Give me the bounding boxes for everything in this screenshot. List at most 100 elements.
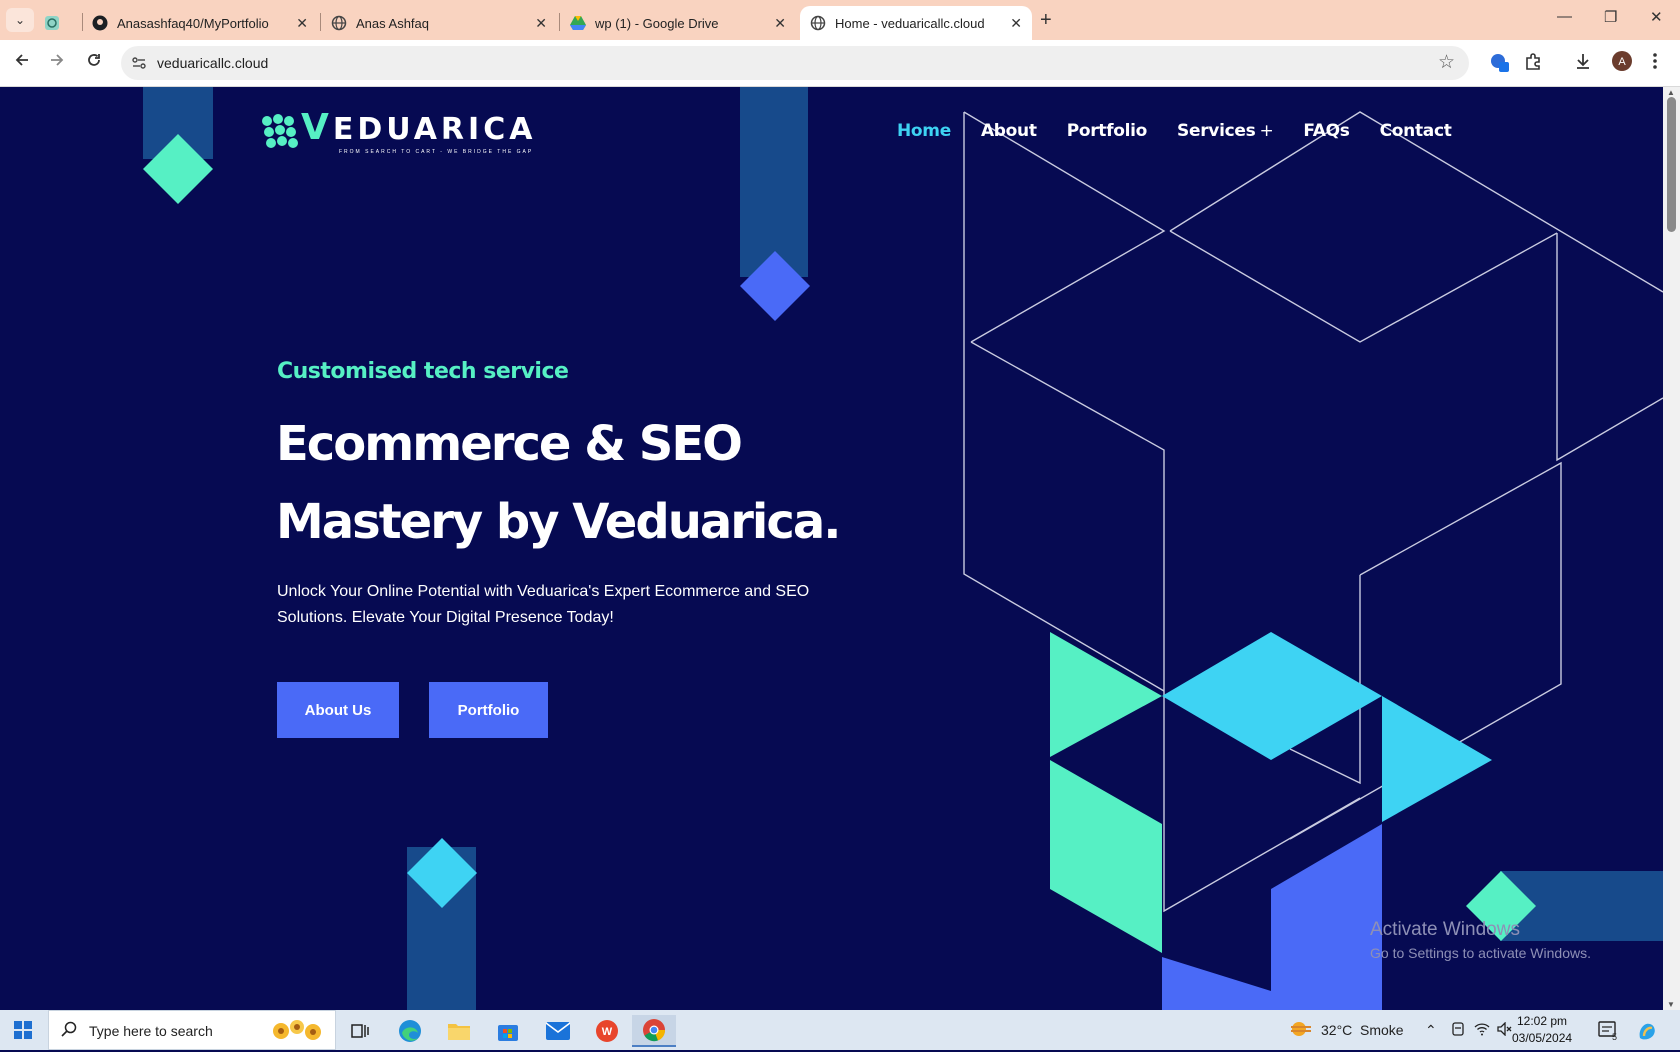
- nav-faqs[interactable]: FAQs: [1303, 121, 1350, 141]
- bookmark-star-icon[interactable]: ☆: [1438, 51, 1455, 74]
- logo-wordmark: VEDUARICA: [301, 110, 537, 147]
- hero-tagline: Customised tech service: [277, 359, 569, 384]
- arrow-right-icon: [51, 54, 64, 66]
- address-bar[interactable]: veduaricallc.cloud ☆: [121, 46, 1469, 80]
- hero-headline: Ecommerce & SEO Mastery by Veduarica.: [276, 405, 896, 561]
- close-icon[interactable]: ✕: [296, 15, 308, 32]
- logo-tagline: FROM SEARCH TO CART - WE BRIDGE THE GAP: [339, 149, 534, 155]
- back-button[interactable]: [14, 52, 30, 73]
- copilot-icon[interactable]: [1636, 1020, 1658, 1045]
- tab-title: Anasashfaq40/MyPortfolio: [117, 15, 269, 31]
- wifi-icon[interactable]: [1474, 1022, 1490, 1039]
- meet-now-icon[interactable]: [1451, 1022, 1465, 1039]
- extensions-puzzle-icon[interactable]: [1524, 52, 1542, 75]
- nav-home[interactable]: Home: [897, 121, 951, 141]
- site-info-icon[interactable]: [131, 55, 147, 71]
- logo-letter-v: V: [301, 107, 333, 148]
- tab-title: Home - veduaricallc.cloud: [835, 15, 985, 31]
- decorative-diamond: [740, 251, 810, 321]
- hero-description: Unlock Your Online Potential with Veduar…: [277, 583, 810, 626]
- tab-separator: [82, 13, 83, 31]
- notification-count: 5: [1612, 1032, 1618, 1042]
- watermark-title: Activate Windows: [1370, 919, 1520, 940]
- logo-letters: EDUARICA: [332, 112, 537, 147]
- windows-start-icon[interactable]: [14, 1021, 32, 1044]
- logo-mark-icon: [262, 114, 298, 148]
- tab-github[interactable]: Anasashfaq40/MyPortfolio ✕: [92, 6, 318, 40]
- tab-separator: [320, 13, 321, 31]
- tab-anas-ashfaq[interactable]: Anas Ashfaq ✕: [331, 6, 557, 40]
- chatgpt-icon: [44, 15, 60, 31]
- tab-google-drive[interactable]: wp (1) - Google Drive ✕: [570, 6, 796, 40]
- nav-about[interactable]: About: [981, 121, 1037, 141]
- tab-search-button[interactable]: ⌄: [6, 8, 34, 32]
- github-icon: [92, 15, 108, 31]
- decorative-bar: [740, 87, 808, 277]
- weather-condition[interactable]: Smoke: [1360, 1022, 1404, 1038]
- watermark-subtitle: Go to Settings to activate Windows.: [1370, 945, 1591, 961]
- microsoft-store-icon[interactable]: [486, 1015, 530, 1047]
- scroll-up-icon[interactable]: ▲: [1667, 88, 1675, 97]
- decorative-diamond: [407, 838, 477, 908]
- mail-icon[interactable]: [536, 1015, 580, 1047]
- arrow-left-icon: [15, 54, 28, 66]
- nav-contact[interactable]: Contact: [1380, 121, 1452, 141]
- weather-icon[interactable]: [1289, 1019, 1313, 1042]
- restore-icon[interactable]: ❐: [1604, 8, 1617, 26]
- clock-date: 03/05/2024: [1512, 1031, 1573, 1045]
- decorative-diamond: [143, 134, 213, 204]
- tab-chatgpt[interactable]: [44, 6, 80, 40]
- search-icon: [61, 1021, 77, 1042]
- tab-title: Anas Ashfaq: [356, 15, 429, 31]
- page-scrollbar[interactable]: ▲ ▼: [1663, 87, 1680, 1010]
- minimize-icon[interactable]: —: [1557, 8, 1572, 25]
- task-view-icon[interactable]: [338, 1015, 382, 1047]
- site-logo[interactable]: VEDUARICA FROM SEARCH TO CART - WE BRIDG…: [261, 110, 537, 155]
- close-icon[interactable]: ✕: [1010, 15, 1022, 32]
- weather-temperature[interactable]: 32°C: [1321, 1022, 1352, 1038]
- svg-text:W: W: [602, 1026, 613, 1038]
- flowers-widget-icon: [267, 1017, 327, 1052]
- file-explorer-icon[interactable]: [437, 1015, 481, 1047]
- scrollbar-thumb[interactable]: [1667, 97, 1676, 232]
- main-navigation: Home About Portfolio Services + FAQs Cont…: [897, 121, 1452, 141]
- globe-icon: [331, 15, 347, 31]
- taskbar-search-box[interactable]: Type here to search: [48, 1010, 336, 1050]
- hero-headline-line-2: Mastery by Veduarica.: [276, 494, 841, 550]
- system-clock[interactable]: 12:02 pm 03/05/2024: [1512, 1013, 1572, 1047]
- portfolio-button[interactable]: Portfolio: [429, 682, 548, 738]
- svg-text:A: A: [1618, 56, 1626, 68]
- url-text[interactable]: veduaricallc.cloud: [157, 55, 268, 71]
- tab-veduarica[interactable]: Home - veduaricallc.cloud ✕: [800, 6, 1032, 40]
- forward-button[interactable]: [49, 52, 65, 73]
- nav-services[interactable]: Services +: [1177, 121, 1274, 141]
- about-us-button[interactable]: About Us: [277, 682, 399, 738]
- new-tab-button[interactable]: +: [1040, 9, 1052, 32]
- nav-portfolio[interactable]: Portfolio: [1067, 121, 1148, 141]
- web-page: VEDUARICA FROM SEARCH TO CART - WE BRIDG…: [0, 87, 1663, 1010]
- hero-headline-line-1: Ecommerce & SEO: [276, 416, 743, 472]
- chevron-up-icon[interactable]: ⌃: [1425, 1022, 1437, 1039]
- close-icon[interactable]: ✕: [774, 15, 786, 32]
- profile-avatar[interactable]: A: [1612, 51, 1632, 76]
- clock-time: 12:02 pm: [1517, 1014, 1568, 1028]
- edge-browser-icon[interactable]: [388, 1015, 432, 1047]
- windows-taskbar: Type here to search W 32°C Smoke ⌃ 12:02…: [0, 1010, 1680, 1050]
- search-placeholder: Type here to search: [89, 1023, 213, 1039]
- close-icon[interactable]: ✕: [535, 15, 547, 32]
- browser-tab-strip: ⌄ Anasashfaq40/MyPortfolio ✕ Anas Ashfaq…: [0, 0, 1680, 40]
- download-icon[interactable]: [1574, 52, 1592, 75]
- browser-toolbar: veduaricallc.cloud ☆ A: [0, 40, 1680, 87]
- reload-icon: [88, 54, 100, 66]
- nav-services-label: Services: [1177, 121, 1256, 141]
- more-menu-icon[interactable]: [1652, 52, 1658, 75]
- google-drive-icon: [570, 15, 586, 31]
- extension-copilot-icon[interactable]: [1489, 52, 1511, 79]
- chrome-icon[interactable]: [632, 1015, 676, 1047]
- scroll-down-icon[interactable]: ▼: [1667, 1000, 1675, 1009]
- window-close-icon[interactable]: ✕: [1650, 8, 1663, 26]
- reload-button[interactable]: [86, 52, 102, 73]
- speaker-muted-icon[interactable]: [1497, 1021, 1513, 1039]
- wps-office-icon[interactable]: W: [585, 1015, 629, 1047]
- tab-title: wp (1) - Google Drive: [595, 15, 719, 31]
